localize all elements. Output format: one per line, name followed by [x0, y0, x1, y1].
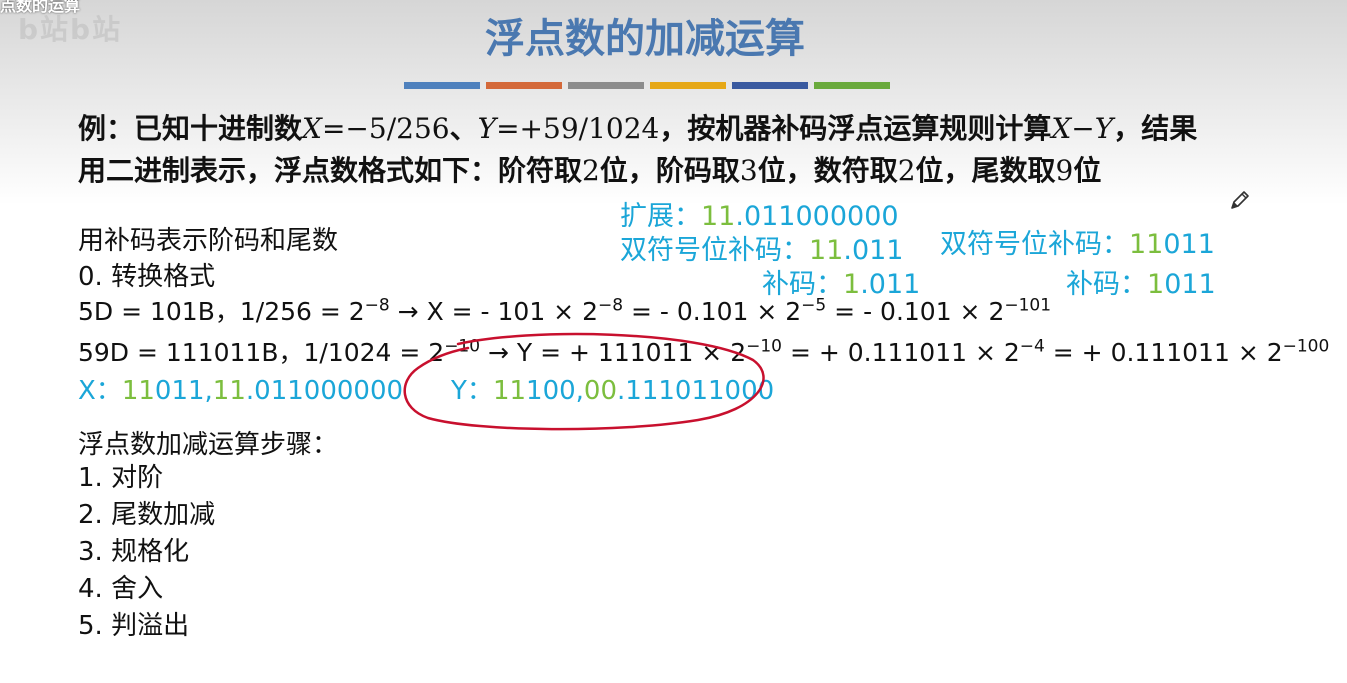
- equation-text: = + 0.111011 × 2: [782, 338, 1020, 367]
- x-exp-sign: 11: [121, 376, 155, 406]
- pen-cursor-icon: [1231, 191, 1249, 209]
- problem-text: ，按机器补码浮点运算规则计算: [659, 112, 1052, 145]
- var-y: Y: [477, 112, 497, 145]
- annotation-sign-bits: 11: [1129, 229, 1164, 260]
- y-value: =+59/1024: [496, 112, 660, 145]
- problem-text: 用二进制表示，浮点数格式如下：阶符取: [78, 154, 583, 187]
- x-exp-bits: 011,: [154, 376, 213, 406]
- x-mant-sign: 11: [212, 376, 246, 406]
- number: 2: [897, 154, 916, 187]
- section-heading: 用补码表示阶码和尾数: [78, 226, 339, 256]
- step-item: 4. 舍入: [78, 574, 164, 604]
- decorative-color-bar: [404, 82, 890, 89]
- number: 3: [739, 154, 758, 187]
- color-bar-segment: [814, 82, 890, 89]
- slide-title: 浮点数的加减运算: [485, 16, 805, 62]
- problem-text: 例：已知十进制数: [78, 112, 303, 145]
- color-bar-segment: [732, 82, 808, 89]
- problem-statement: 例：已知十进制数X=−5/256、Y=+59/1024，按机器补码浮点运算规则计…: [78, 108, 1197, 192]
- step-item: 3. 规格化: [78, 537, 190, 567]
- problem-text: 位，阶码取: [599, 154, 740, 187]
- equation-text: → X = - 101 × 2: [389, 297, 598, 326]
- exponent: −101: [1004, 295, 1052, 316]
- exponent: −100: [1282, 336, 1330, 357]
- annotation-bits: 011: [1163, 229, 1215, 260]
- problem-text: 位，数符取: [757, 154, 898, 187]
- step-item: 2. 尾数加减: [78, 500, 216, 530]
- x-label: X：: [78, 376, 122, 406]
- problem-text: 位: [1073, 154, 1102, 187]
- annotation-label: 双符号位补码：: [940, 229, 1129, 260]
- steps-heading: 浮点数加减运算步骤：: [78, 430, 339, 460]
- x-value: =−5/256: [321, 112, 450, 145]
- annotation-complement-2: 补码：1011: [1066, 262, 1216, 301]
- annotation-bits: 011: [1164, 269, 1216, 300]
- step-0-convert-format: 0. 转换格式: [78, 262, 216, 292]
- equation-x: 5D = 101B，1/256 = 2−8 → X = - 101 × 2−8 …: [78, 292, 1051, 328]
- annotation-sign-bits: 1: [1147, 269, 1165, 300]
- equation-text: = - 0.101 × 2: [826, 297, 1005, 326]
- equation-text: = + 0.111011 × 2: [1044, 338, 1283, 367]
- color-bar-segment: [404, 82, 480, 89]
- number: 9: [1055, 154, 1074, 187]
- exponent: −4: [1019, 336, 1045, 357]
- exponent: −8: [364, 295, 390, 316]
- var-x: X: [302, 112, 322, 145]
- equation-text: = - 0.101 × 2: [623, 297, 802, 326]
- number: 2: [582, 154, 600, 187]
- annotation-double-sign-complement-2: 双符号位补码：11011: [940, 222, 1215, 261]
- steps-list: 1. 对阶 2. 尾数加减 3. 规格化 4. 舍入 5. 判溢出: [78, 460, 215, 645]
- step-item: 1. 对阶: [78, 463, 164, 493]
- problem-text: 位，尾数取: [915, 154, 1056, 187]
- annotation-label: 补码：: [1066, 269, 1147, 300]
- exponent: −5: [801, 295, 827, 316]
- step-item: 5. 判溢出: [78, 611, 190, 641]
- problem-line-2: 用二进制表示，浮点数格式如下：阶符取2位，阶码取3位，数符取2位，尾数取9位: [78, 150, 1197, 192]
- color-bar-segment: [650, 82, 726, 89]
- equation-text: 59D = 111011B，1/1024 = 2: [78, 338, 445, 367]
- equation-text: 5D = 101B，1/256 = 2: [78, 297, 365, 326]
- exponent: −8: [597, 295, 624, 316]
- red-highlight-circle: [403, 332, 765, 431]
- color-bar-segment: [486, 82, 562, 89]
- expression: X−Y: [1051, 112, 1114, 145]
- problem-text: ，结果: [1113, 112, 1198, 145]
- problem-text: 、: [449, 112, 478, 145]
- color-bar-segment: [568, 82, 644, 89]
- x-mant-bits: .011000000: [245, 376, 404, 406]
- problem-line-1: 例：已知十进制数X=−5/256、Y=+59/1024，按机器补码浮点运算规则计…: [78, 108, 1197, 150]
